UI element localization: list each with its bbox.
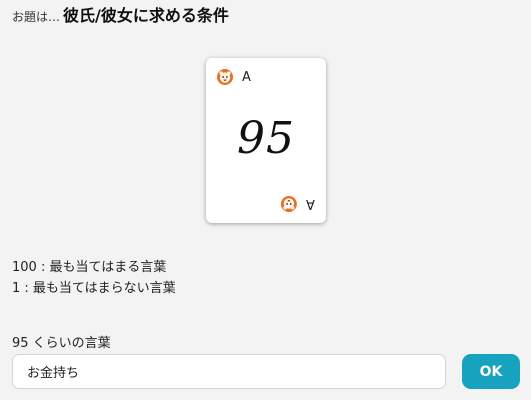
number-card: A 95 A	[206, 58, 326, 223]
scale-legend: 100 : 最も当てはまる言葉 1 : 最も当てはまらない言葉	[12, 257, 176, 299]
topic-title: 彼氏/彼女に求める条件	[63, 6, 229, 25]
card-corner-top-left: A	[217, 69, 251, 85]
tiger-face-icon	[217, 69, 233, 85]
card-rank-label: A	[242, 69, 251, 85]
answer-input[interactable]	[12, 354, 446, 389]
legend-low: 1 : 最も当てはまらない言葉	[12, 281, 176, 296]
topic-header: お題は… 彼氏/彼女に求める条件	[12, 2, 229, 25]
ok-button[interactable]: OK	[462, 354, 520, 389]
card-rank-label: A	[306, 196, 315, 212]
card-number: 95	[237, 113, 295, 164]
topic-prefix: お題は…	[12, 10, 61, 24]
answer-prompt: 95 くらいの言葉	[12, 336, 111, 351]
legend-high: 100 : 最も当てはまる言葉	[12, 260, 167, 275]
card-corner-bottom-right: A	[281, 196, 315, 212]
tiger-face-icon	[281, 196, 298, 212]
